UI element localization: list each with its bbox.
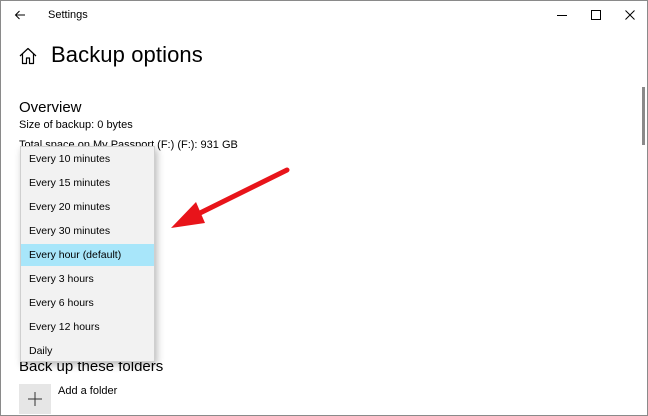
dropdown-option[interactable]: Every 3 hours: [21, 268, 154, 290]
minimize-button[interactable]: [545, 1, 579, 29]
back-arrow-icon: [14, 10, 25, 20]
maximize-icon: [591, 10, 601, 20]
dropdown-option[interactable]: Every 10 minutes: [21, 148, 154, 170]
add-folder-button[interactable]: [19, 384, 51, 414]
dropdown-option[interactable]: Every 20 minutes: [21, 196, 154, 218]
title-bar: Settings: [1, 1, 647, 31]
overview-heading: Overview: [19, 99, 82, 116]
back-button[interactable]: [5, 3, 35, 27]
close-icon: [625, 10, 635, 20]
page-title: Backup options: [51, 42, 203, 67]
add-folder-label[interactable]: Add a folder: [58, 385, 117, 397]
dropdown-option[interactable]: Every 15 minutes: [21, 172, 154, 194]
app-title: Settings: [48, 9, 88, 21]
settings-window: Settings Backup options Overview Size of…: [0, 0, 648, 416]
close-button[interactable]: [613, 1, 647, 29]
dropdown-option[interactable]: Daily: [21, 340, 154, 362]
maximize-button[interactable]: [579, 1, 613, 29]
minimize-icon: [557, 15, 567, 16]
backup-size-text: Size of backup: 0 bytes: [19, 119, 133, 131]
dropdown-option[interactable]: Every 30 minutes: [21, 220, 154, 242]
home-icon[interactable]: [18, 46, 38, 66]
scrollbar-thumb[interactable]: [642, 87, 645, 145]
dropdown-option-selected[interactable]: Every hour (default): [21, 244, 154, 266]
dropdown-option[interactable]: Every 6 hours: [21, 292, 154, 314]
plus-icon: [28, 392, 42, 406]
dropdown-option[interactable]: Every 12 hours: [21, 316, 154, 338]
backup-frequency-dropdown: Every 10 minutes Every 15 minutes Every …: [20, 146, 155, 362]
